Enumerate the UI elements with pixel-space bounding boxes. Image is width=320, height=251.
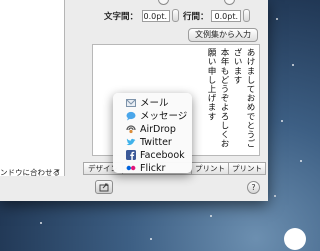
menu-item-twitter[interactable]: Twitter xyxy=(113,136,192,149)
preview-line: 願い申し上げます xyxy=(206,48,216,121)
mail-icon xyxy=(126,99,136,107)
star xyxy=(300,160,302,162)
menu-label: AirDrop xyxy=(140,124,176,135)
menu-label: Flickr xyxy=(140,163,166,174)
flickr-icon xyxy=(126,165,136,171)
menu-label: Twitter xyxy=(140,137,172,148)
star xyxy=(150,238,152,240)
apple-logo-icon xyxy=(284,228,306,250)
share-button[interactable] xyxy=(95,180,113,194)
facebook-icon xyxy=(126,150,136,160)
tab-print-1[interactable]: プリント xyxy=(191,162,229,175)
preview-line: あけましておめでとうご xyxy=(245,48,255,149)
share-menu: メール メッセージ AirDrop Twitter Facebook Flick… xyxy=(113,93,192,175)
line-spacing-field[interactable]: 0.0pt. xyxy=(211,10,241,22)
char-spacing-label: 文字間： xyxy=(104,12,139,22)
star xyxy=(40,222,42,224)
star xyxy=(292,64,294,66)
sidebar-panel: ンドウに合わせる ▾ xyxy=(0,0,65,177)
menu-item-airdrop[interactable]: AirDrop xyxy=(113,123,192,136)
menu-item-flickr[interactable]: Flickr xyxy=(113,162,192,175)
messages-icon xyxy=(126,111,136,121)
radio-option-2[interactable] xyxy=(224,0,235,5)
char-spacing-stepper[interactable] xyxy=(172,9,179,22)
line-spacing-label: 行間： xyxy=(183,12,209,22)
tab-print-2[interactable]: プリント xyxy=(228,162,266,175)
airdrop-icon xyxy=(126,125,136,134)
preview-line: ざいます xyxy=(232,48,242,85)
char-spacing-field[interactable]: 0.0pt. xyxy=(142,10,170,22)
menu-label: メール xyxy=(140,98,169,109)
star xyxy=(210,215,212,217)
chevron-down-icon[interactable]: ▾ xyxy=(56,167,60,175)
star xyxy=(276,18,278,20)
share-icon xyxy=(99,183,109,192)
star xyxy=(274,195,276,197)
menu-item-facebook[interactable]: Facebook xyxy=(113,149,192,162)
menu-label: メッセージ xyxy=(140,111,188,122)
preview-line: 本年もどうぞよろしくお xyxy=(219,48,229,149)
help-button[interactable]: ? xyxy=(247,181,260,194)
twitter-icon xyxy=(126,138,136,146)
radio-option-1[interactable] xyxy=(158,0,169,5)
fit-window-label: ンドウに合わせる xyxy=(0,168,60,177)
line-spacing-stepper[interactable] xyxy=(243,9,250,22)
menu-item-mail[interactable]: メール xyxy=(113,97,192,110)
import-text-button[interactable]: 文例集から入力 xyxy=(188,28,258,42)
star xyxy=(281,120,283,122)
menu-label: Facebook xyxy=(140,150,185,161)
menu-item-messages[interactable]: メッセージ xyxy=(113,110,192,123)
